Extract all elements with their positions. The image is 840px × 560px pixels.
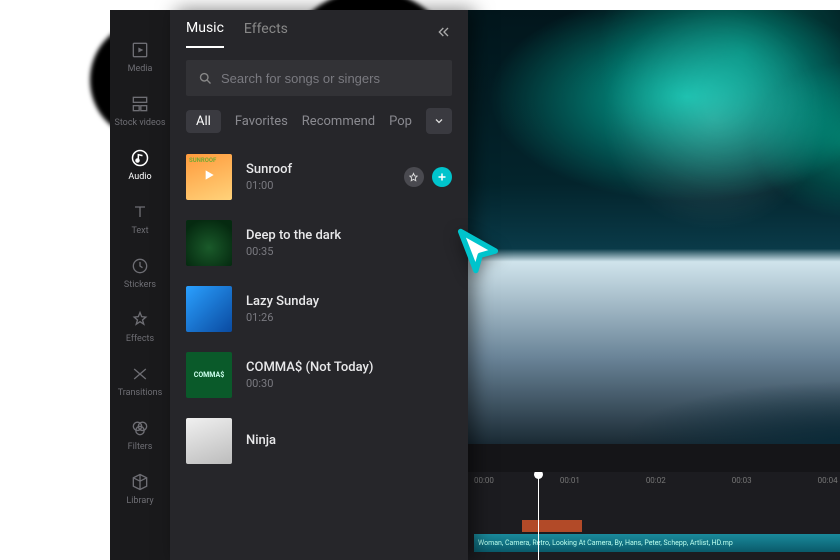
sidebar-item-label: Text [131, 226, 148, 236]
timeline-clip[interactable]: Woman, Camera, Retro, Looking At Camera,… [474, 534, 840, 552]
sidebar-item-stock-videos[interactable]: Stock videos [110, 86, 170, 136]
chevron-down-icon [433, 115, 445, 127]
track-duration: 00:30 [246, 377, 452, 390]
track-meta: Deep to the dark 00:35 [246, 228, 452, 258]
sidebar-item-label: Audio [128, 172, 151, 182]
track-thumbnail: COMMA$ [186, 352, 232, 398]
track-list: SUNROOF Sunroof 01:00 [170, 146, 468, 560]
stock-videos-icon [130, 94, 150, 114]
search-input[interactable] [221, 71, 440, 86]
sidebar-item-stickers[interactable]: Stickers [110, 248, 170, 298]
star-icon [408, 172, 419, 183]
filters-icon [130, 418, 150, 438]
sidebar: Media Stock videos Audio Text Stickers E… [110, 10, 170, 560]
sidebar-item-label: Media [128, 64, 153, 74]
text-icon [130, 202, 150, 222]
stickers-icon [130, 256, 150, 276]
timeline-ruler: 00:00 00:01 00:02 00:03 00:04 00:05 00:0… [468, 472, 840, 487]
sidebar-item-label: Library [126, 496, 153, 506]
app-window: Media Stock videos Audio Text Stickers E… [110, 10, 840, 560]
track-row[interactable]: Lazy Sunday 01:26 [186, 278, 452, 340]
sidebar-item-transitions[interactable]: Transitions [110, 356, 170, 406]
track-thumbnail: SUNROOF [186, 154, 232, 200]
track-title: Lazy Sunday [246, 294, 452, 309]
favorite-button[interactable] [404, 167, 424, 187]
sidebar-item-filters[interactable]: Filters [110, 410, 170, 460]
main-area: 00:00 00:01 00:02 00:03 00:04 00:05 00:0… [468, 10, 840, 560]
chip-recommend[interactable]: Recommend [302, 114, 375, 129]
track-meta: Lazy Sunday 01:26 [246, 294, 452, 324]
tab-effects[interactable]: Effects [244, 21, 288, 47]
track-title: Deep to the dark [246, 228, 452, 243]
chip-pop[interactable]: Pop [389, 114, 412, 129]
library-icon [130, 472, 150, 492]
chevron-double-left-icon [436, 24, 452, 40]
effects-icon [130, 310, 150, 330]
audio-panel: Music Effects All Favorites Recommend Po… [170, 10, 468, 560]
add-track-button[interactable] [432, 167, 452, 187]
sidebar-item-label: Filters [128, 442, 153, 452]
track-thumbnail [186, 286, 232, 332]
sidebar-item-text[interactable]: Text [110, 194, 170, 244]
track-row[interactable]: COMMA$ COMMA$ (Not Today) 00:30 [186, 344, 452, 406]
track-duration: 01:26 [246, 311, 452, 324]
playhead[interactable] [538, 472, 539, 560]
play-icon [201, 167, 217, 187]
sidebar-item-effects[interactable]: Effects [110, 302, 170, 352]
track-meta: Sunroof 01:00 [246, 162, 390, 192]
filter-chips: All Favorites Recommend Pop [170, 108, 468, 146]
track-row[interactable]: SUNROOF Sunroof 01:00 [186, 146, 452, 208]
sidebar-item-media[interactable]: Media [110, 32, 170, 82]
sidebar-item-label: Transitions [118, 388, 163, 398]
track-duration: 00:35 [246, 245, 452, 258]
search-box[interactable] [186, 60, 452, 96]
sidebar-item-label: Stickers [124, 280, 156, 290]
track-title: Ninja [246, 433, 452, 448]
track-duration: 01:00 [246, 179, 390, 192]
preview-viewport[interactable] [468, 10, 840, 444]
chip-more-dropdown[interactable] [426, 108, 452, 134]
preview-controls [468, 444, 840, 472]
track-meta: Ninja [246, 433, 452, 450]
plus-icon [436, 171, 448, 183]
track-title: COMMA$ (Not Today) [246, 360, 452, 375]
sidebar-item-label: Stock videos [114, 118, 165, 128]
clip-label: Woman, Camera, Retro, Looking At Camera,… [478, 539, 733, 547]
track-meta: COMMA$ (Not Today) 00:30 [246, 360, 452, 390]
track-thumbnail [186, 418, 232, 464]
track-row[interactable]: Deep to the dark 00:35 [186, 212, 452, 274]
chip-favorites[interactable]: Favorites [235, 114, 288, 129]
sidebar-item-library[interactable]: Library [110, 464, 170, 514]
chip-all[interactable]: All [186, 110, 221, 133]
sidebar-item-label: Effects [126, 334, 154, 344]
track-title: Sunroof [246, 162, 390, 177]
panel-tabs: Music Effects [170, 10, 468, 48]
collapse-panel-button[interactable] [436, 24, 452, 44]
sidebar-item-audio[interactable]: Audio [110, 140, 170, 190]
timeline[interactable]: 00:00 00:01 00:02 00:03 00:04 00:05 00:0… [468, 472, 840, 560]
transitions-icon [130, 364, 150, 384]
search-icon [198, 71, 213, 86]
timeline-clip[interactable] [522, 520, 582, 532]
track-row[interactable]: Ninja [186, 410, 452, 472]
track-thumbnail [186, 220, 232, 266]
audio-icon [130, 148, 150, 168]
media-icon [130, 40, 150, 60]
tab-music[interactable]: Music [186, 20, 224, 48]
